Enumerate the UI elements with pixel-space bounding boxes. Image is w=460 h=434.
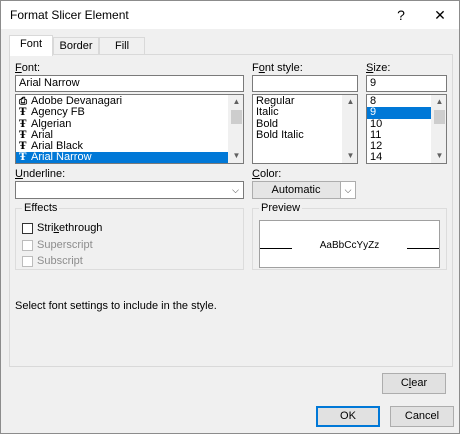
superscript-label: Superscript [37, 239, 93, 251]
cancel-button[interactable]: Cancel [390, 406, 454, 427]
subscript-checkbox [22, 256, 33, 267]
list-item-label: 12 [370, 140, 383, 153]
size-list-scrollbar[interactable]: ▲ ▼ [431, 95, 446, 163]
size-list[interactable]: 8 9 10 11 12 14 ▲ ▼ [366, 94, 447, 164]
font-style-label: Font style: [252, 62, 303, 74]
font-name-input[interactable]: Arial Narrow [15, 75, 244, 92]
list-item-label: Bold [256, 117, 279, 130]
font-style-input[interactable] [252, 75, 358, 92]
underline-select[interactable]: ⌵ [15, 181, 244, 199]
underline-label: Underline: [15, 168, 66, 180]
list-item-label: Arial Narrow [31, 151, 92, 164]
list-item-label: Algerian [31, 117, 72, 130]
title-bar[interactable]: Format Slicer Element ? ✕ [1, 1, 459, 29]
scroll-down-arrow-icon[interactable]: ▼ [432, 149, 446, 163]
strikethrough-label: Strikethrough [37, 222, 103, 234]
subscript-label: Subscript [37, 255, 83, 267]
truetype-icon: Ŧ [19, 141, 27, 153]
truetype-icon: Ŧ [19, 107, 27, 119]
font-style-list[interactable]: Regular Italic Bold Bold Italic ▲ ▼ [252, 94, 358, 164]
font-tab-panel: Font: Arial Narrow ⎙ Adobe Devanagari Ŧ Age… [9, 54, 453, 394]
list-item-label: Arial [31, 128, 54, 141]
preview-line-right [407, 248, 439, 249]
list-item-label: 9 [370, 106, 377, 119]
strikethrough-checkbox[interactable] [22, 223, 33, 234]
font-list-item[interactable]: Ŧ Arial Narrow [16, 152, 243, 163]
scroll-down-arrow-icon[interactable]: ▼ [229, 149, 243, 163]
scroll-down-arrow-icon[interactable]: ▼ [343, 149, 357, 163]
tab-font[interactable]: Font [9, 35, 53, 56]
list-item-label: Arial Black [31, 140, 83, 153]
list-item-label: 14 [370, 151, 383, 164]
color-select[interactable]: Automatic ⌵ [252, 181, 356, 199]
font-label: Font: [15, 62, 41, 74]
printer-font-icon: ⎙ [19, 96, 27, 107]
color-label: Color: [252, 168, 282, 180]
list-item-label: 8 [370, 95, 377, 107]
ok-button[interactable]: OK [316, 406, 380, 427]
preview-box: AaBbCcYyZz [259, 220, 440, 268]
close-button[interactable]: ✕ [423, 1, 457, 29]
truetype-icon: Ŧ [19, 118, 27, 130]
hint-text: Select font settings to include in the s… [15, 300, 217, 312]
font-style-list-scrollbar[interactable]: ▲ ▼ [342, 95, 357, 163]
help-button[interactable]: ? [384, 1, 418, 29]
dialog-title: Format Slicer Element [10, 8, 129, 22]
superscript-checkbox [22, 240, 33, 251]
effects-group: Effects Strikethrough Superscript Subscr… [15, 202, 244, 270]
scroll-up-arrow-icon[interactable]: ▲ [229, 95, 243, 109]
font-list[interactable]: ⎙ Adobe Devanagari Ŧ Agency FB Ŧ Algerian Ŧ Ari… [15, 94, 244, 164]
font-list-scrollbar[interactable]: ▲ ▼ [228, 95, 243, 163]
format-slicer-element-dialog: Format Slicer Element ? ✕ Font Border Fi… [0, 0, 460, 434]
scroll-thumb[interactable] [231, 110, 242, 124]
chevron-down-icon[interactable]: ⌵ [227, 182, 243, 198]
list-item-label: Italic [256, 106, 279, 119]
list-item-label: Bold Italic [256, 128, 304, 141]
preview-sample-text: AaBbCcYyZz [319, 240, 380, 251]
scroll-thumb[interactable] [434, 110, 445, 124]
truetype-icon: Ŧ [19, 152, 27, 164]
tab-border[interactable]: Border [53, 37, 99, 55]
size-input[interactable]: 9 [366, 75, 447, 92]
scroll-up-arrow-icon[interactable]: ▲ [343, 95, 357, 109]
list-item-label: Regular [256, 95, 295, 107]
effects-title: Effects [22, 202, 60, 214]
list-item-label: Agency FB [31, 106, 85, 119]
size-label: Size: [366, 62, 391, 74]
tab-fill[interactable]: Fill [99, 37, 145, 55]
list-item-label: 11 [370, 128, 382, 141]
color-value: Automatic [271, 184, 321, 196]
truetype-icon: Ŧ [19, 129, 27, 141]
preview-title: Preview [259, 202, 303, 214]
clear-button[interactable]: Clear [382, 373, 446, 394]
chevron-down-icon[interactable]: ⌵ [340, 181, 356, 199]
list-item-label: Adobe Devanagari [31, 95, 123, 107]
scroll-up-arrow-icon[interactable]: ▲ [432, 95, 446, 109]
preview-group: Preview AaBbCcYyZz [252, 202, 447, 270]
list-item-label: 10 [370, 117, 383, 130]
